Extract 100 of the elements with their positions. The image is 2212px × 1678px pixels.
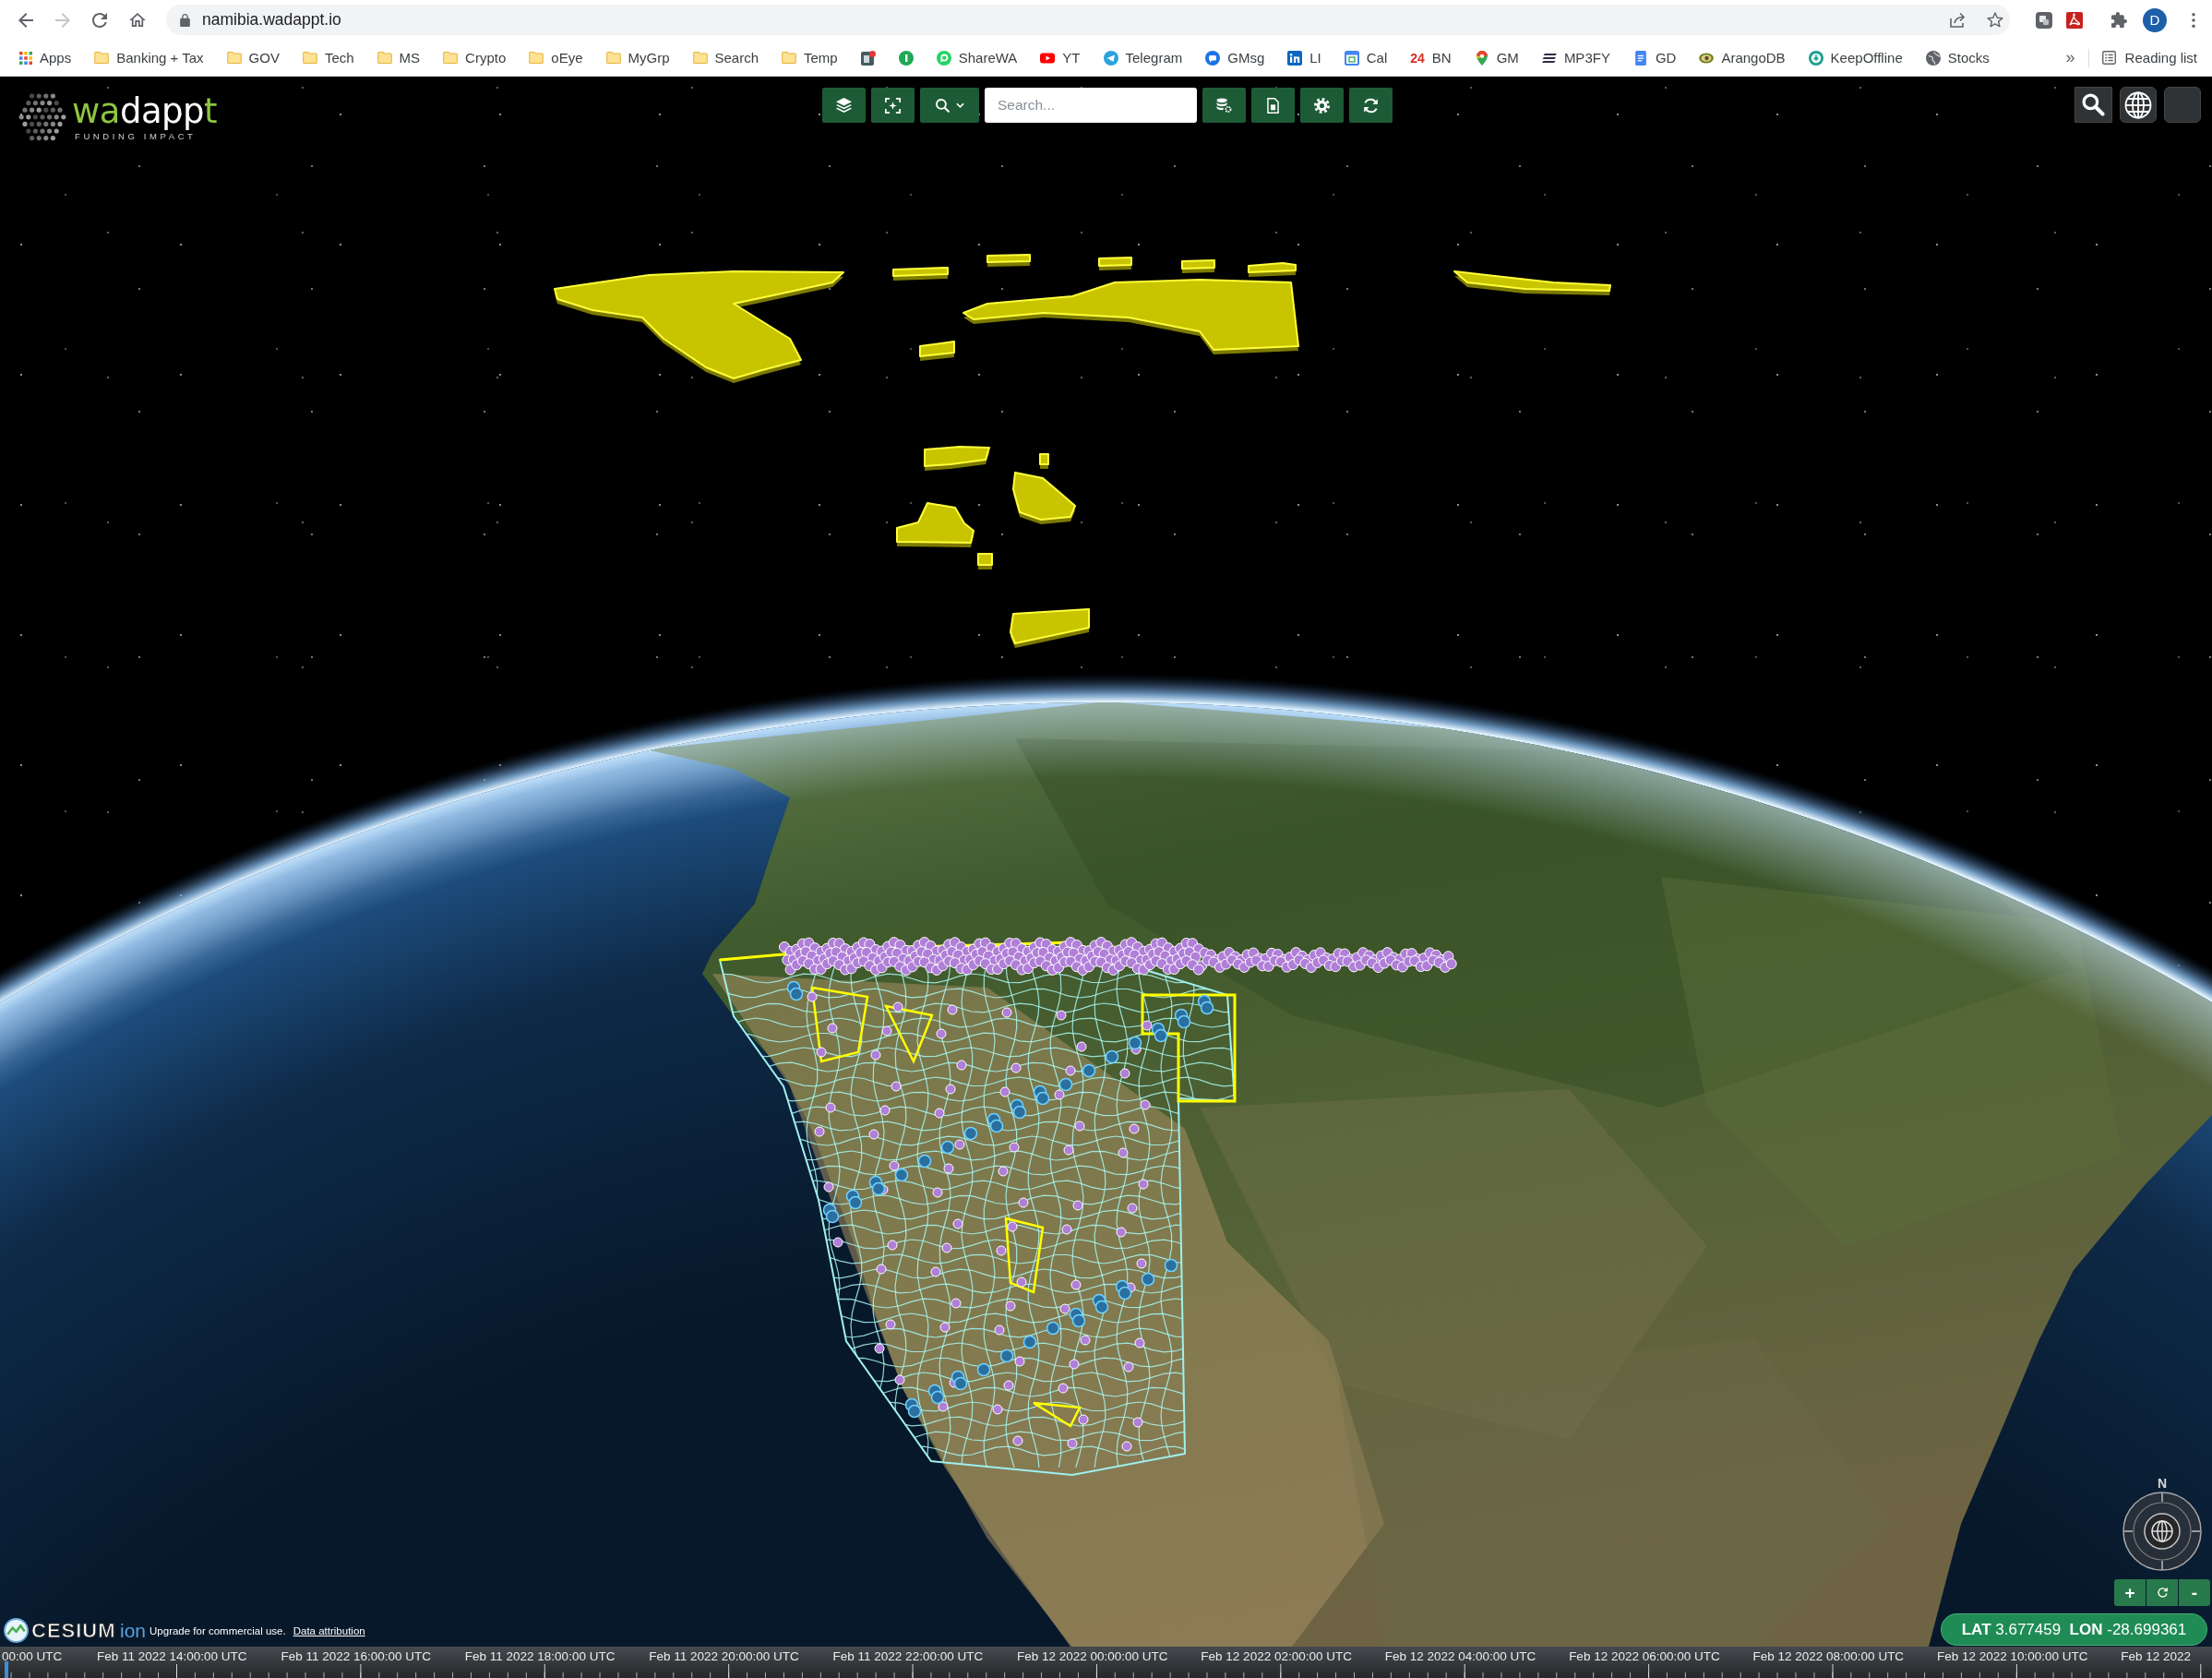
folder-icon bbox=[226, 52, 242, 64]
report-button[interactable] bbox=[1251, 88, 1295, 123]
layers-icon bbox=[836, 98, 852, 113]
extruded-polygon[interactable] bbox=[1453, 270, 1611, 295]
bookmark-folder[interactable]: Banking + Tax bbox=[94, 50, 204, 66]
folder-icon bbox=[302, 52, 317, 64]
circle-icon bbox=[898, 50, 914, 66]
focus-button[interactable] bbox=[871, 88, 915, 123]
database-icon bbox=[1216, 98, 1232, 113]
extruded-polygon[interactable] bbox=[977, 553, 993, 569]
viewfinder-icon bbox=[885, 97, 901, 114]
extension-icon[interactable] bbox=[2036, 11, 2052, 29]
star-icon[interactable] bbox=[1987, 12, 2003, 28]
extruded-polygon[interactable] bbox=[1012, 472, 1076, 524]
search-icon bbox=[935, 98, 950, 113]
extruded-polygon[interactable] bbox=[1181, 259, 1215, 273]
profile-button[interactable]: D bbox=[2143, 7, 2167, 32]
bookmark-folder[interactable]: Tech bbox=[302, 50, 354, 66]
tile-icon[interactable] bbox=[2066, 11, 2083, 29]
settings-button[interactable] bbox=[1300, 88, 1344, 123]
extruded-polygon[interactable] bbox=[963, 279, 1299, 354]
folder-icon bbox=[443, 52, 459, 64]
bookmark-link[interactable]: GM bbox=[1474, 50, 1519, 66]
extruded-polygon[interactable] bbox=[1098, 257, 1132, 270]
app-grid-icon bbox=[19, 51, 32, 65]
bookmark-link[interactable] bbox=[860, 50, 876, 66]
bookmark-folder[interactable]: Temp bbox=[782, 50, 838, 66]
puzzle-icon[interactable] bbox=[2111, 12, 2127, 28]
bookmark-folder[interactable]: MS bbox=[377, 50, 421, 66]
document-icon bbox=[1267, 97, 1279, 114]
extruded-polygon[interactable] bbox=[892, 267, 949, 281]
search-dropdown-button[interactable] bbox=[920, 88, 979, 123]
address-field[interactable]: namibia.wadappt.io bbox=[166, 5, 2010, 35]
folder-icon bbox=[605, 52, 621, 64]
bookmark-folder[interactable]: Search bbox=[692, 50, 759, 66]
logo-tagline: FUNDING IMPACT bbox=[75, 131, 197, 141]
timeline-label: Feb 11 2022 14:00:00 UTC bbox=[97, 1649, 247, 1663]
bookmark-link[interactable]: ArangoDB bbox=[1699, 50, 1786, 66]
bookmark-link[interactable]: MP3FY bbox=[1541, 50, 1610, 66]
timeline-label: Feb 11 2022 22:00:00 UTC bbox=[832, 1649, 984, 1663]
reading-list-icon bbox=[2101, 51, 2116, 65]
folder-icon bbox=[782, 52, 797, 64]
reload-icon[interactable] bbox=[92, 12, 107, 28]
globe-icon bbox=[1925, 50, 1941, 66]
search-input[interactable]: Search... bbox=[985, 88, 1197, 123]
calendar-icon bbox=[1344, 50, 1359, 66]
database-button[interactable] bbox=[1202, 88, 1246, 123]
layers-button[interactable] bbox=[822, 88, 866, 123]
message-icon bbox=[1205, 50, 1221, 66]
extruded-polygon[interactable] bbox=[1039, 453, 1049, 469]
refresh-button[interactable] bbox=[1349, 88, 1393, 123]
bookmark-link[interactable]: Telegram bbox=[1103, 50, 1183, 66]
timeline-label: Feb 12 2022 02:00:00 UTC bbox=[1201, 1649, 1352, 1663]
apps-link[interactable]: Apps bbox=[19, 50, 72, 66]
settings-icon bbox=[1314, 97, 1330, 114]
bookmark-link[interactable]: YT bbox=[1040, 50, 1081, 66]
extruded-polygon[interactable] bbox=[919, 341, 955, 361]
timeline-bar[interactable] bbox=[0, 1647, 2212, 1678]
globe-button[interactable] bbox=[2120, 87, 2157, 123]
extruded-polygon[interactable] bbox=[554, 270, 844, 383]
home-icon[interactable] bbox=[129, 13, 146, 27]
menu-icon[interactable] bbox=[2192, 12, 2195, 28]
bookmark-link[interactable]: LI bbox=[1287, 50, 1321, 66]
download-icon bbox=[1808, 50, 1823, 66]
folder-icon bbox=[377, 52, 392, 64]
favicon-text: 24 bbox=[1410, 50, 1425, 66]
timeline-label: Feb 12 2022 04:00:00 UTC bbox=[1384, 1649, 1536, 1663]
reading-list-button[interactable]: Reading list bbox=[2101, 50, 2197, 66]
folder-icon bbox=[692, 52, 708, 64]
bookmark-folder[interactable]: MyGrp bbox=[605, 50, 670, 66]
bookmark-link[interactable]: Stocks bbox=[1925, 50, 1990, 66]
search-button[interactable] bbox=[2074, 87, 2112, 123]
bookmark-folder[interactable]: GOV bbox=[226, 50, 280, 66]
bookmark-link[interactable]: GMsg bbox=[1205, 50, 1265, 66]
extruded-polygon[interactable] bbox=[1248, 262, 1297, 277]
extruded-polygon[interactable] bbox=[896, 502, 974, 547]
paper-plane-icon bbox=[1103, 50, 1118, 66]
bookmark-folder[interactable]: oEye bbox=[529, 50, 583, 66]
refresh-icon bbox=[1363, 97, 1379, 114]
folder-icon bbox=[94, 52, 110, 64]
bookmark-link[interactable]: GD bbox=[1632, 50, 1677, 66]
more-bookmarks-button[interactable]: » bbox=[2062, 48, 2079, 67]
bookmark-link[interactable] bbox=[898, 50, 914, 66]
bookmark-link[interactable]: KeepOffline bbox=[1808, 50, 1903, 66]
timeline-label: Feb 12 2022 08:00:00 UTC bbox=[1752, 1649, 1905, 1663]
timeline-label: Feb 11 2022 20:00:00 UTC bbox=[649, 1649, 799, 1663]
share-icon[interactable] bbox=[1950, 12, 1966, 28]
bookmark-link[interactable]: ShareWA bbox=[936, 50, 1018, 66]
extruded-polygon[interactable] bbox=[986, 254, 1031, 267]
bookmark-link[interactable]: Cal bbox=[1344, 50, 1388, 66]
timeline-label: Feb 11 2022 16:00:00 UTC bbox=[281, 1649, 431, 1663]
timeline-label: Feb 11 2022 18:00:00 UTC bbox=[464, 1649, 616, 1663]
back-arrow-icon[interactable] bbox=[18, 12, 33, 28]
timeline-label: 00:00 UTC bbox=[2, 1649, 63, 1663]
extruded-polygon[interactable] bbox=[924, 446, 990, 471]
bookmark-link[interactable]: 24 BN bbox=[1410, 50, 1452, 66]
bookmark-folder[interactable]: Crypto bbox=[443, 50, 507, 66]
lock-icon bbox=[180, 13, 190, 27]
extruded-polygon[interactable] bbox=[1010, 608, 1090, 648]
timeline-label: Feb 12 2022 00:00:00 UTC bbox=[1016, 1649, 1168, 1663]
